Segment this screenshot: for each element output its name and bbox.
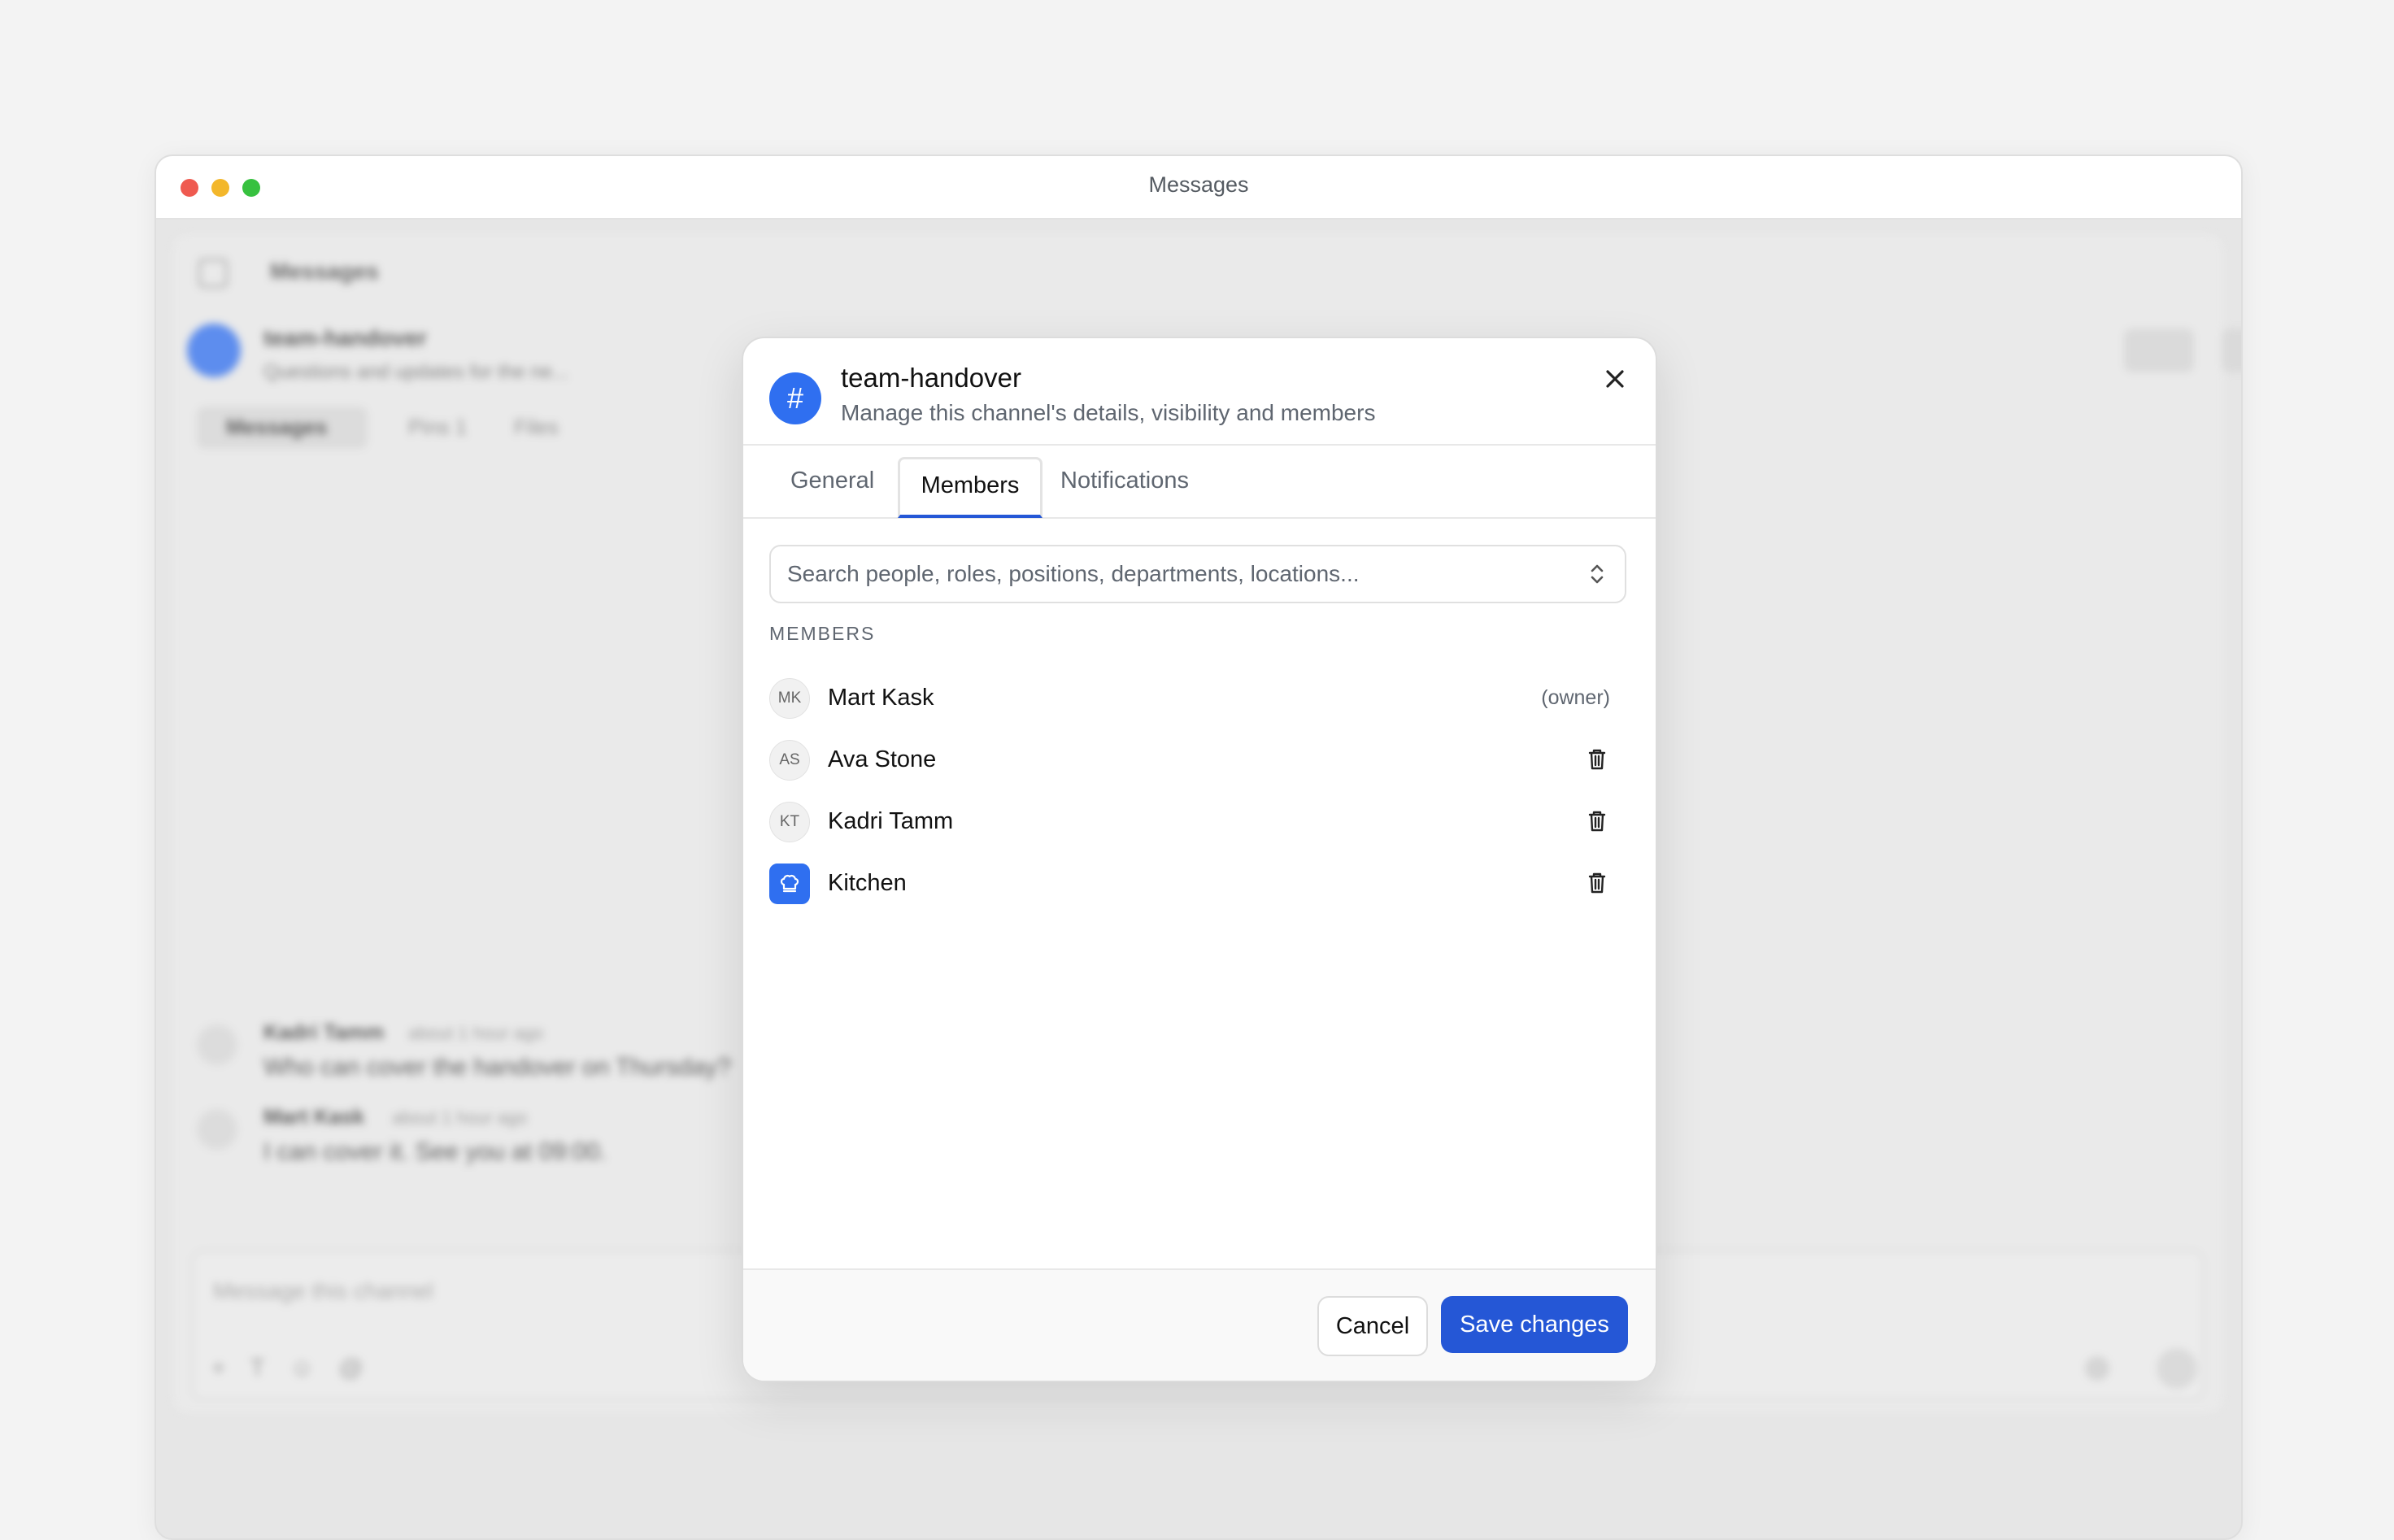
trash-icon[interactable] — [1582, 807, 1612, 836]
composer-placeholder: Message this channel — [213, 1278, 433, 1303]
breadcrumb: Messages — [270, 259, 379, 284]
chef-hat-icon — [769, 864, 810, 904]
title-bar: Messages — [156, 156, 2241, 220]
search-placeholder: Search people, roles, positions, departm… — [787, 561, 1360, 586]
dialog-title: team-handover — [841, 363, 1021, 393]
mic-icon — [2085, 1356, 2109, 1381]
tab-messages: Messages — [226, 415, 328, 439]
trash-icon[interactable] — [1582, 745, 1612, 774]
member-row: KT Kadri Tamm — [769, 797, 1623, 846]
dialog-tabs: General Members Notifications — [743, 444, 1656, 519]
message-author: Mart Kask — [263, 1104, 365, 1129]
message-author: Kadri Tamm — [263, 1020, 385, 1044]
channel-settings-dialog: # team-handover Manage this channel's de… — [742, 337, 1657, 1382]
member-name: Mart Kask — [828, 685, 934, 711]
tab-members[interactable]: Members — [898, 457, 1042, 518]
member-name: Kadri Tamm — [828, 808, 954, 834]
sidebar-toggle-icon — [198, 259, 228, 288]
members-count-button — [2124, 328, 2194, 372]
close-icon — [1606, 370, 1624, 388]
hash-icon: # — [769, 372, 821, 424]
channel-avatar — [187, 324, 241, 377]
member-name: Kitchen — [828, 870, 907, 896]
dialog-subtitle: Manage this channel's details, visibilit… — [841, 400, 1376, 425]
save-changes-button[interactable]: Save changes — [1441, 1296, 1628, 1353]
owner-badge: (owner) — [1541, 686, 1610, 709]
more-button — [2222, 328, 2241, 372]
members-section-label: MEMBERS — [769, 623, 876, 644]
tab-notifications[interactable]: Notifications — [1060, 444, 1189, 516]
dialog-footer: Cancel Save changes — [743, 1268, 1656, 1381]
cancel-button[interactable]: Cancel — [1317, 1296, 1428, 1356]
composer-toolbar-icons: +T☺@ — [211, 1355, 388, 1381]
close-button[interactable] — [1595, 359, 1634, 398]
app-window: Messages Messages team-handover Question… — [155, 154, 2243, 1540]
message-text: Who can cover the handover on Thursday? — [263, 1054, 731, 1081]
member-search-input[interactable]: Search people, roles, positions, departm… — [769, 545, 1626, 603]
member-name: Ava Stone — [828, 746, 937, 772]
tab-general[interactable]: General — [790, 444, 874, 516]
trash-icon[interactable] — [1582, 868, 1612, 898]
channel-description: Questions and updates for the ne... — [263, 361, 568, 383]
avatar: KT — [769, 802, 810, 842]
member-row: Kitchen — [769, 859, 1623, 907]
message-time: about 1 hour ago — [408, 1023, 544, 1043]
message-text: I can cover it. See you at 09:00. — [263, 1138, 607, 1165]
avatar — [197, 1109, 237, 1150]
avatar — [197, 1024, 237, 1065]
window-title: Messages — [1148, 172, 1249, 197]
chevron-up-down-icon — [1591, 564, 1604, 584]
tab-pins: Pins 1 — [408, 415, 468, 439]
avatar: MK — [769, 678, 810, 719]
tab-files: Files — [514, 415, 559, 439]
message-time: about 1 hour ago — [392, 1107, 528, 1128]
channel-name: team-handover — [263, 325, 427, 350]
member-row: MK Mart Kask (owner) — [769, 673, 1623, 722]
avatar: AS — [769, 740, 810, 781]
dialog-header: # team-handover Manage this channel's de… — [743, 338, 1656, 446]
send-button — [2157, 1348, 2197, 1389]
member-row: AS Ava Stone — [769, 735, 1623, 784]
